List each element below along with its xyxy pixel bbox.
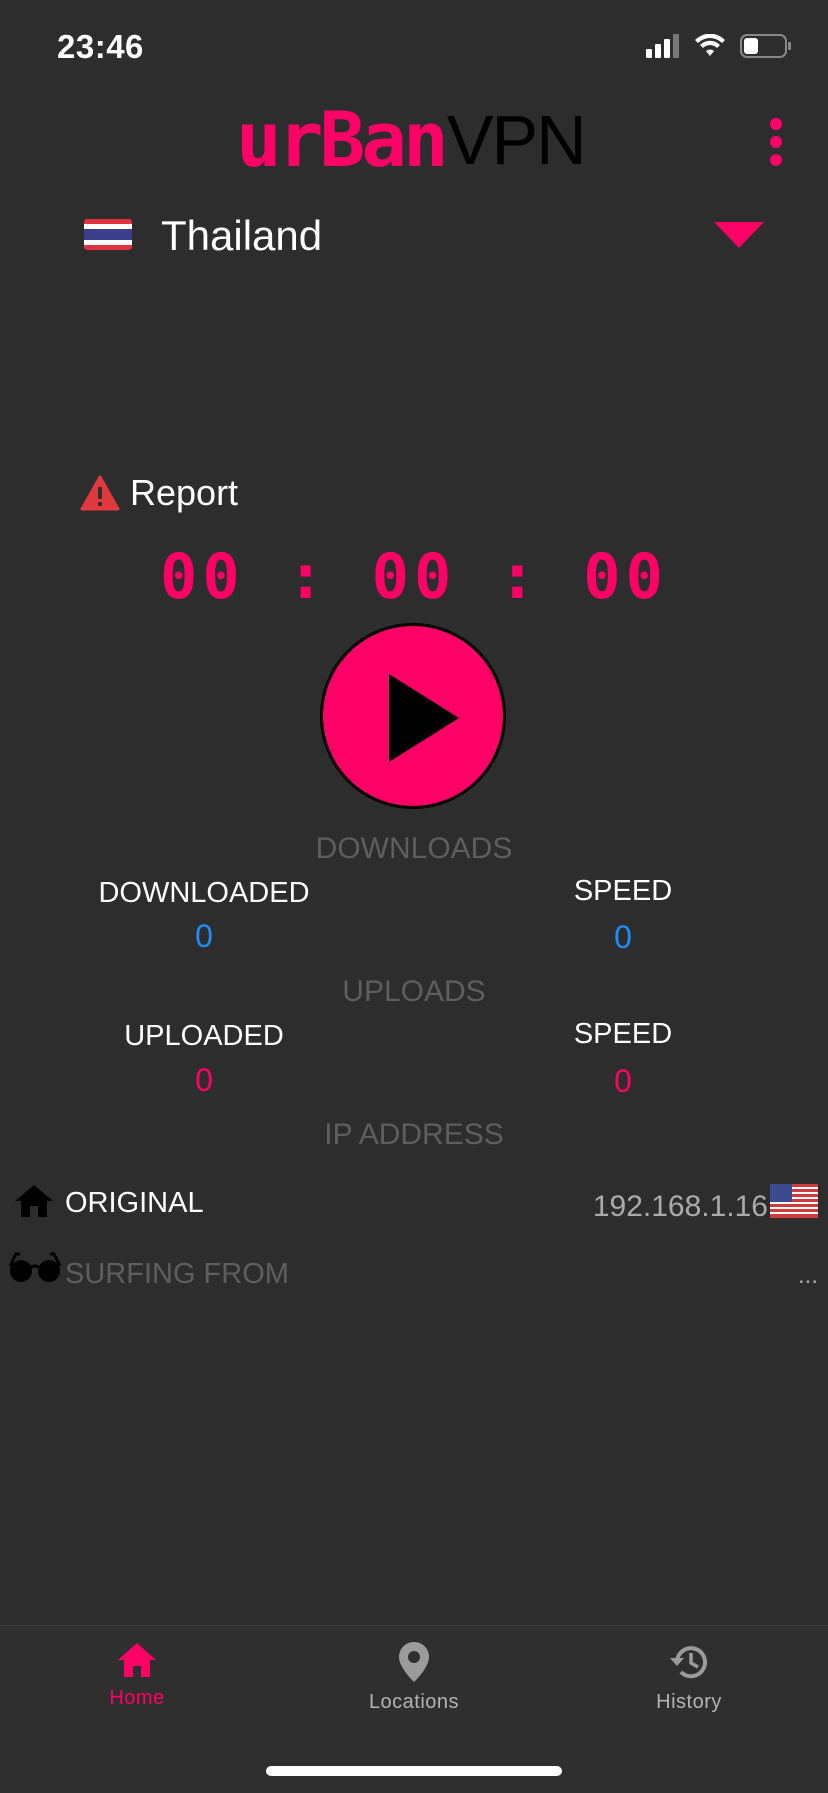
- download-speed-value: 0: [614, 919, 632, 955]
- nav-history[interactable]: History: [609, 1642, 769, 1714]
- connection-timer: 00 : 00 : 00: [160, 540, 668, 613]
- uploaded-value: 0: [195, 1062, 213, 1098]
- home-icon: [118, 1643, 156, 1677]
- location-pin-icon: [399, 1642, 429, 1682]
- country-selector[interactable]: Thailand: [84, 208, 770, 262]
- downloaded-value: 0: [195, 918, 213, 954]
- uploads-heading: UPLOADS: [342, 975, 486, 1008]
- nav-locations[interactable]: Locations: [334, 1642, 494, 1714]
- logo-vpn-text: VPN: [446, 101, 587, 179]
- ip-address-heading: IP ADDRESS: [324, 1118, 504, 1151]
- connect-button[interactable]: [320, 623, 506, 809]
- upload-speed-label: SPEED: [573, 1018, 673, 1050]
- original-ip-label: ORIGINAL: [65, 1187, 204, 1219]
- nav-history-label: History: [656, 1691, 722, 1713]
- status-time: 23:46: [57, 28, 144, 65]
- wifi-icon: [695, 34, 725, 56]
- dropdown-arrow-icon[interactable]: [714, 222, 764, 248]
- uploaded-label: UPLOADED: [124, 1020, 284, 1052]
- kebab-dot: [770, 154, 782, 166]
- battery-icon: [740, 34, 791, 58]
- report-label: Report: [130, 472, 239, 513]
- play-icon: [389, 674, 459, 762]
- downloads-heading: DOWNLOADS: [315, 832, 513, 865]
- thailand-flag-icon: [84, 219, 132, 250]
- status-icons: [646, 34, 792, 58]
- glasses-icon: [8, 1252, 62, 1282]
- kebab-dot: [770, 118, 782, 130]
- nav-home[interactable]: Home: [57, 1642, 217, 1710]
- us-flag-icon: [770, 1184, 818, 1218]
- cellular-signal-icon: [646, 34, 679, 58]
- more-menu-icon[interactable]: [766, 118, 786, 166]
- upload-speed-value: 0: [614, 1063, 632, 1099]
- surfing-from-value: ...: [797, 1262, 818, 1289]
- kebab-dot: [770, 136, 782, 148]
- urban-vpn-logo: urBan VPN: [236, 95, 587, 184]
- home-indicator: [266, 1766, 562, 1776]
- warning-icon: [80, 475, 120, 511]
- history-icon: [670, 1646, 707, 1679]
- download-speed-label: SPEED: [573, 875, 673, 907]
- downloaded-label: DOWNLOADED: [98, 877, 310, 909]
- original-ip-value: 192.168.1.16: [592, 1190, 768, 1223]
- nav-home-label: Home: [109, 1687, 165, 1709]
- report-button[interactable]: Report: [80, 472, 238, 514]
- country-name: Thailand: [161, 212, 323, 259]
- logo-urban-text: urBan: [236, 95, 449, 184]
- nav-locations-label: Locations: [368, 1691, 460, 1713]
- home-icon: [15, 1185, 53, 1217]
- surfing-from-label: SURFING FROM: [65, 1258, 289, 1290]
